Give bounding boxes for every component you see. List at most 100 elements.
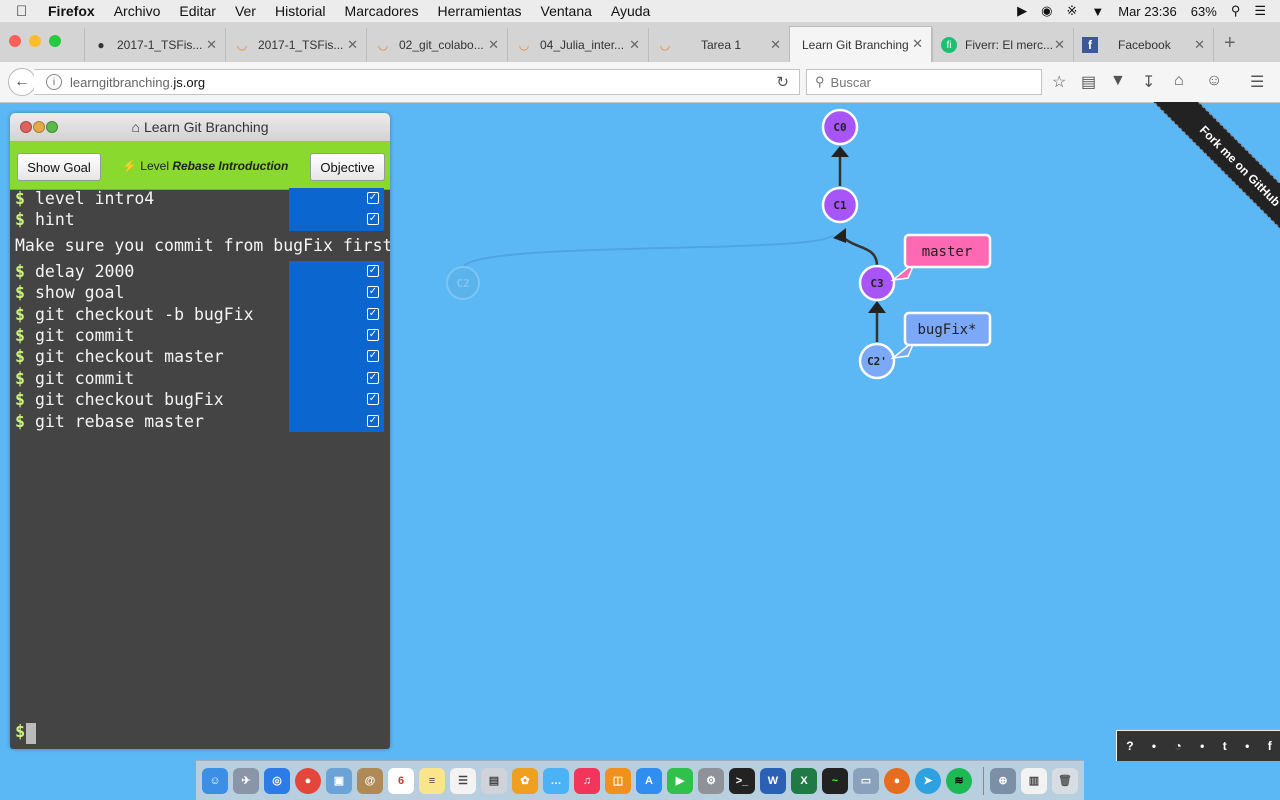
- panel-min-dot[interactable]: [33, 121, 45, 133]
- menu-ayuda[interactable]: Ayuda: [611, 3, 650, 19]
- twitter-icon[interactable]: t: [1223, 739, 1227, 753]
- battery-label[interactable]: 63%: [1191, 4, 1217, 19]
- objective-button[interactable]: Objective: [310, 153, 385, 181]
- menu-editar[interactable]: Editar: [179, 3, 216, 19]
- spotlight-icon[interactable]: ⚲: [1231, 3, 1241, 19]
- tab-learn-git-branching[interactable]: Learn Git Branching ✕: [789, 26, 932, 63]
- panel-max-dot[interactable]: [46, 121, 58, 133]
- tab-4[interactable]: ◡ 04_Julia_inter... ✕: [507, 28, 648, 62]
- download-icon[interactable]: ↧: [1142, 72, 1155, 92]
- reminders-icon[interactable]: ☰: [450, 767, 476, 794]
- safari-icon[interactable]: ◎: [264, 767, 290, 794]
- chrome-icon[interactable]: ●: [295, 767, 321, 794]
- pocket-icon[interactable]: ▼: [1110, 72, 1126, 90]
- back-button[interactable]: ←: [8, 68, 36, 96]
- mouse-icon[interactable]: ▶: [1017, 3, 1027, 19]
- bluetooth-icon[interactable]: ※: [1066, 3, 1077, 19]
- prompt-symbol: $: [15, 411, 25, 431]
- ibooks-icon[interactable]: ◫: [605, 767, 631, 794]
- photos-icon[interactable]: ✿: [512, 767, 538, 794]
- show-goal-button[interactable]: Show Goal: [17, 153, 101, 181]
- terminal-icon[interactable]: >_: [729, 767, 755, 794]
- bookmark-star-icon[interactable]: ☆: [1052, 72, 1066, 92]
- facebook-icon[interactable]: f: [1268, 739, 1272, 753]
- close-tab-icon[interactable]: ✕: [629, 37, 640, 53]
- menu-archivo[interactable]: Archivo: [114, 3, 161, 19]
- hello-icon[interactable]: ☺: [1206, 72, 1222, 90]
- wifi-icon[interactable]: ▼: [1091, 4, 1104, 19]
- command-status: ✓: [289, 282, 384, 304]
- zoom-window-button[interactable]: [49, 35, 61, 47]
- telegram-icon[interactable]: ➤: [915, 767, 941, 794]
- launchpad-icon[interactable]: ✈: [233, 767, 259, 794]
- close-tab-icon[interactable]: ✕: [912, 36, 923, 52]
- menu-herramientas[interactable]: Herramientas: [437, 3, 521, 19]
- command-input[interactable]: [26, 723, 36, 744]
- music-icon[interactable]: ♫: [574, 767, 600, 794]
- apple-icon[interactable]: : [16, 3, 34, 20]
- branch-bugfix-label: bugFix*: [917, 322, 976, 338]
- firefox-icon[interactable]: ●: [884, 767, 910, 794]
- tab-label: 2017-1_TSFis...: [258, 38, 344, 52]
- preview-icon[interactable]: ▣: [326, 767, 352, 794]
- notes-icon[interactable]: ≡: [419, 767, 445, 794]
- panel-close-dot[interactable]: [20, 121, 32, 133]
- photos-app-icon[interactable]: ▤: [481, 767, 507, 794]
- language-icon[interactable]: ◔: [1175, 739, 1182, 753]
- facebook-icon: f: [1082, 37, 1098, 53]
- menu-ventana[interactable]: Ventana: [541, 3, 592, 19]
- home-icon[interactable]: ⌂: [1174, 72, 1184, 90]
- close-tab-icon[interactable]: ✕: [1054, 37, 1065, 53]
- minimize-window-button[interactable]: [29, 35, 41, 47]
- messages-icon[interactable]: …: [543, 767, 569, 794]
- close-window-button[interactable]: [9, 35, 21, 47]
- close-tab-icon[interactable]: ✕: [770, 37, 781, 53]
- activity-monitor-icon[interactable]: ~: [822, 767, 848, 794]
- checkbox-checked-icon: ✓: [367, 328, 379, 341]
- checkbox-checked-icon: ✓: [367, 192, 379, 204]
- dropbox-icon[interactable]: ◉: [1041, 3, 1052, 19]
- tab-5[interactable]: ◡ Tarea 1 ✕: [648, 28, 789, 62]
- search-input[interactable]: ⚲ Buscar: [806, 69, 1042, 95]
- close-tab-icon[interactable]: ✕: [206, 37, 217, 53]
- excel-icon[interactable]: X: [791, 767, 817, 794]
- finder-icon[interactable]: ☺: [202, 767, 228, 794]
- tab-3[interactable]: ◡ 02_git_colabo... ✕: [366, 28, 507, 62]
- system-preferences-icon[interactable]: ⚙: [698, 767, 724, 794]
- new-tab-button[interactable]: +: [1224, 32, 1236, 55]
- reload-icon[interactable]: ↻: [776, 73, 789, 91]
- fork-me-ribbon[interactable]: Fork me on GitHub: [1120, 102, 1280, 262]
- menu-firefox[interactable]: Firefox: [48, 3, 95, 19]
- contacts-icon[interactable]: @: [357, 767, 383, 794]
- facetime-icon[interactable]: ▶: [667, 767, 693, 794]
- loading-spinner-icon: ◡: [236, 38, 248, 52]
- menu-historial[interactable]: Historial: [275, 3, 326, 19]
- menu-hamburger-icon[interactable]: ☰: [1250, 72, 1264, 92]
- branch-master-label: master: [922, 244, 973, 260]
- tab-7[interactable]: fi Fiverr: El merc... ✕: [932, 28, 1073, 62]
- close-tab-icon[interactable]: ✕: [1194, 37, 1205, 53]
- tab-8[interactable]: f Facebook ✕: [1073, 28, 1214, 62]
- tab-2[interactable]: ◡ 2017-1_TSFis... ✕: [225, 28, 366, 62]
- url-bar[interactable]: i learngitbranching. js.org ↻: [34, 69, 800, 95]
- app-store-icon[interactable]: A: [636, 767, 662, 794]
- clock-label[interactable]: Mar 23:36: [1118, 4, 1177, 19]
- close-tab-icon[interactable]: ✕: [488, 37, 499, 53]
- spotify-icon[interactable]: ≋: [946, 767, 972, 794]
- calendar-icon[interactable]: 6: [388, 767, 414, 794]
- info-icon[interactable]: i: [46, 74, 62, 90]
- close-tab-icon[interactable]: ✕: [347, 37, 358, 53]
- reading-list-icon[interactable]: ▤: [1081, 72, 1096, 92]
- help-icon[interactable]: ?: [1126, 739, 1133, 753]
- tab-1[interactable]: ● 2017-1_TSFis... ✕: [84, 28, 225, 62]
- screenshot-icon[interactable]: ▭: [853, 767, 879, 794]
- menu-marcadores[interactable]: Marcadores: [345, 3, 419, 19]
- macos-menubar:  Firefox Archivo Editar Ver Historial M…: [0, 0, 1280, 23]
- word-icon[interactable]: W: [760, 767, 786, 794]
- documents-stack-icon[interactable]: ▥: [1021, 767, 1047, 794]
- menu-ver[interactable]: Ver: [235, 3, 256, 19]
- notification-center-icon[interactable]: ☰: [1254, 3, 1266, 19]
- panel-titlebar[interactable]: ⌂ Learn Git Branching: [10, 113, 390, 142]
- trash-icon[interactable]: 🗑: [1052, 767, 1078, 794]
- downloads-stack-icon[interactable]: ⊕: [990, 767, 1016, 794]
